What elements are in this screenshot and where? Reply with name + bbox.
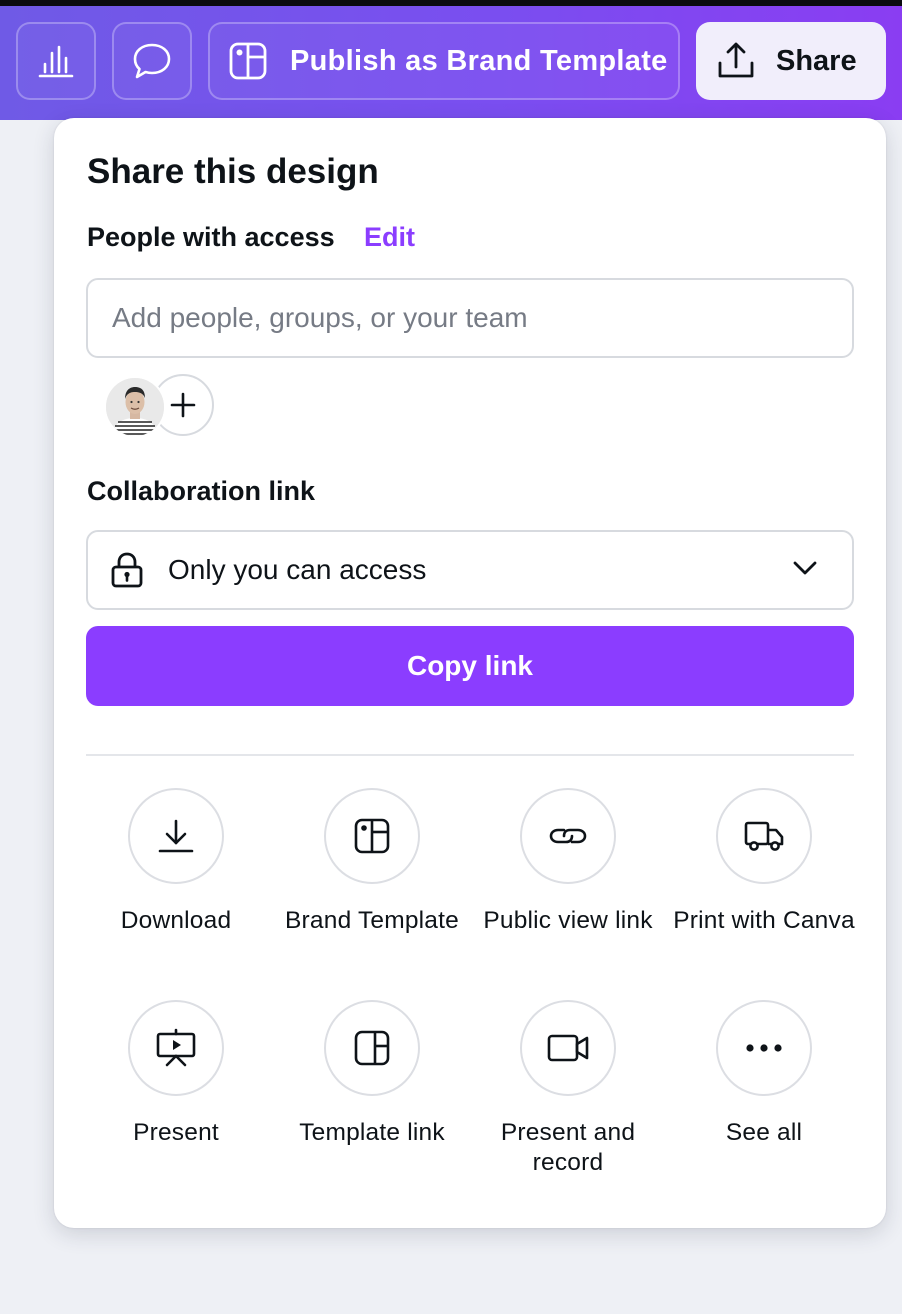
panel-title: Share this design [87, 152, 379, 191]
brand-template-icon [229, 42, 267, 80]
public-view-link-button[interactable] [520, 788, 616, 884]
template-link-icon [354, 1030, 390, 1066]
speech-bubble-icon [133, 43, 171, 79]
avatar [104, 376, 166, 438]
option-label: Print with Canva [673, 907, 855, 934]
publish-brand-template-button[interactable]: Publish as Brand Template [208, 22, 680, 100]
editor-toolbar: Publish as Brand Template Share [0, 6, 902, 120]
option-label: See all [725, 1119, 803, 1146]
edit-access-link[interactable]: Edit [364, 222, 415, 253]
present-button[interactable] [128, 1000, 224, 1096]
more-icon [746, 1044, 782, 1052]
comment-button[interactable] [112, 22, 192, 100]
option-label: Download [120, 907, 232, 934]
copy-link-button[interactable]: Copy link [86, 626, 854, 706]
option-public-view-link[interactable]: Public view link [470, 788, 666, 936]
present-icon [156, 1028, 196, 1067]
video-camera-icon [547, 1034, 589, 1062]
upload-icon [718, 42, 754, 78]
insights-button[interactable] [16, 22, 96, 100]
plus-icon [170, 392, 196, 418]
publish-label: Publish as Brand Template [290, 44, 668, 77]
option-label: Public view link [483, 907, 653, 934]
option-label: Present [133, 1119, 219, 1146]
download-button[interactable] [128, 788, 224, 884]
brand-template-button[interactable] [324, 788, 420, 884]
option-download[interactable]: Download [78, 788, 274, 936]
option-see-all[interactable]: See all [666, 1000, 862, 1148]
access-level-select[interactable]: Only you can access [86, 530, 854, 610]
option-present-and-record[interactable]: Present and record [470, 1000, 666, 1178]
share-panel: Share this design People with access Edi… [54, 118, 886, 1228]
present-and-record-button[interactable] [520, 1000, 616, 1096]
option-label: Present and record [500, 1119, 636, 1176]
brand-template-icon [354, 818, 390, 854]
template-link-button[interactable] [324, 1000, 420, 1096]
see-all-button[interactable] [716, 1000, 812, 1096]
share-button[interactable]: Share [696, 22, 886, 100]
download-icon [158, 819, 194, 853]
option-brand-template[interactable]: Brand Template [274, 788, 470, 936]
chevron-down-icon [793, 561, 817, 575]
collaboration-link-label: Collaboration link [87, 476, 316, 506]
link-icon [549, 828, 587, 844]
add-people-input[interactable] [86, 278, 854, 358]
truck-icon [744, 821, 784, 851]
option-present[interactable]: Present [78, 1000, 274, 1148]
option-label: Template link [299, 1119, 445, 1146]
option-template-link[interactable]: Template link [274, 1000, 470, 1148]
option-print-with-canva[interactable]: Print with Canva [666, 788, 862, 936]
option-label: Brand Template [285, 907, 459, 934]
people-with-access-label: People with access [87, 222, 335, 252]
divider [86, 754, 854, 756]
access-level-value: Only you can access [168, 554, 427, 585]
lock-icon [111, 552, 143, 588]
print-with-canva-button[interactable] [716, 788, 812, 884]
share-label: Share [776, 44, 857, 77]
bar-chart-icon [38, 45, 74, 78]
